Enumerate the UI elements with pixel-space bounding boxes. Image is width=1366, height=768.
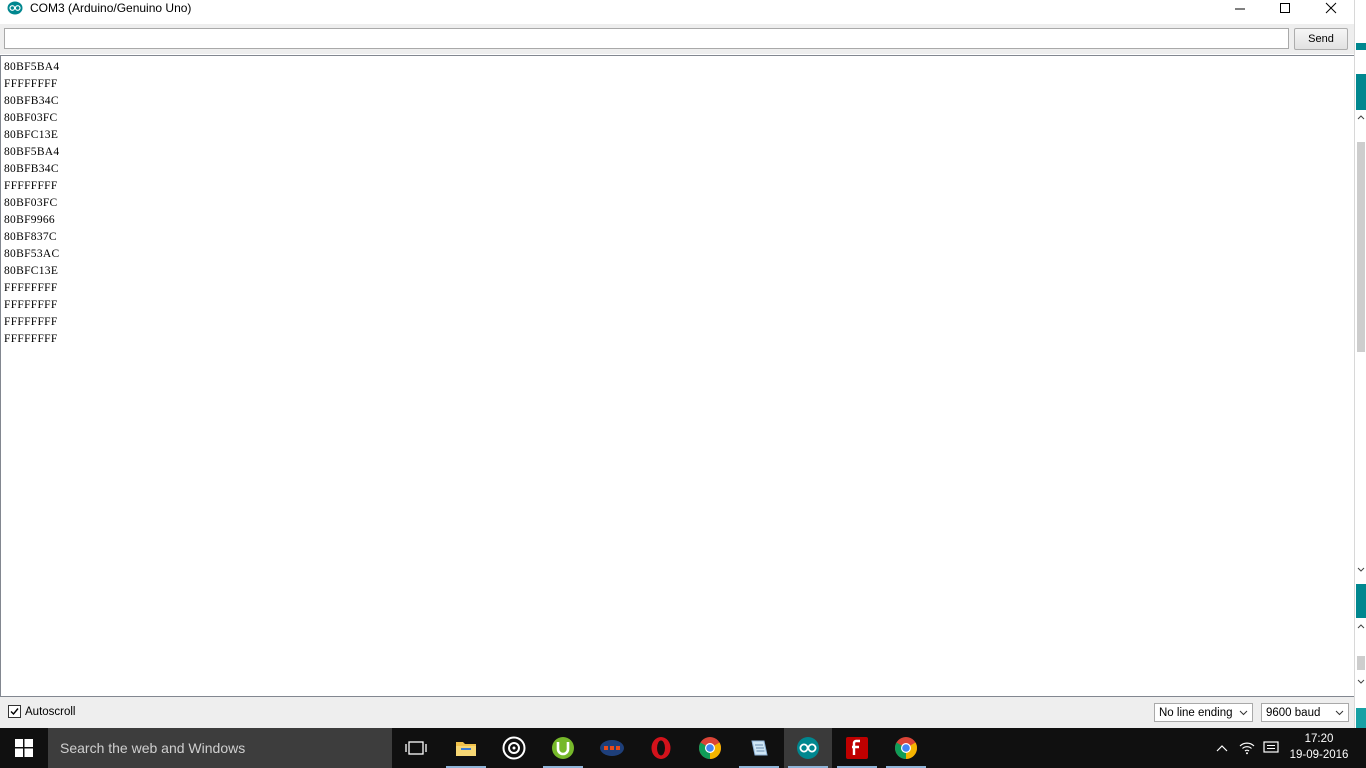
serial-output-line: 80BF837C	[4, 231, 57, 243]
minimize-icon	[1235, 8, 1245, 10]
serial-output-line: FFFFFFFF	[4, 282, 58, 294]
clock-time: 17:20	[1304, 733, 1334, 745]
serial-output-line: FFFFFFFF	[4, 180, 58, 192]
maximize-button[interactable]	[1262, 0, 1308, 16]
taskbar-filezilla[interactable]	[833, 728, 881, 768]
serial-send-input[interactable]	[4, 28, 1289, 49]
serial-output-line: 80BFC13E	[4, 265, 59, 277]
scroll-up-icon	[1357, 115, 1365, 120]
maximize-icon	[1280, 3, 1290, 13]
chrome-icon	[895, 737, 917, 759]
start-button[interactable]	[0, 728, 48, 768]
show-hidden-icons-button[interactable]	[1212, 728, 1232, 768]
taskbar-arduino[interactable]	[784, 728, 832, 768]
serial-output-line: 80BFB34C	[4, 95, 59, 107]
serial-output-line: 80BF5BA4	[4, 61, 60, 73]
serial-output-line: 80BF53AC	[4, 248, 60, 260]
window-title: COM3 (Arduino/Genuino Uno)	[30, 1, 192, 15]
send-button[interactable]: Send	[1294, 28, 1348, 50]
close-button[interactable]	[1308, 0, 1354, 16]
taskbar-file-explorer[interactable]	[442, 728, 490, 768]
windows-logo-icon	[15, 739, 33, 757]
baud-rate-select[interactable]: 9600 baud	[1261, 703, 1349, 722]
utorrent-icon	[552, 737, 574, 759]
task-view-icon	[405, 741, 427, 755]
ide-editor-scrollbar[interactable]	[1357, 142, 1365, 352]
arduino-icon	[797, 737, 819, 759]
serial-output-line: FFFFFFFF	[4, 316, 58, 328]
ide-console-scrollbar[interactable]	[1357, 656, 1365, 670]
close-icon	[1325, 2, 1337, 14]
wifi-icon	[1239, 742, 1255, 755]
chevron-up-icon	[1216, 745, 1228, 752]
serial-output-line: 80BF5BA4	[4, 146, 60, 158]
taskbar-chrome[interactable]	[686, 728, 734, 768]
folder-icon	[456, 742, 476, 756]
taskbar-dfx-audio[interactable]	[588, 728, 636, 768]
checkbox-box[interactable]	[8, 705, 21, 718]
arduino-app-icon	[7, 1, 23, 15]
autoscroll-checkbox[interactable]: Autoscroll	[8, 705, 76, 718]
serial-output-line: 80BFB34C	[4, 163, 59, 175]
chevron-down-icon	[1335, 710, 1344, 715]
serial-output-line: 80BF03FC	[4, 112, 58, 124]
taskbar-chrome-2[interactable]	[882, 728, 930, 768]
taskbar-media-player[interactable]	[490, 728, 538, 768]
taskbar-search-box[interactable]: Search the web and Windows	[48, 728, 392, 768]
ide-status-strip	[1356, 584, 1366, 618]
chevron-down-icon	[1239, 710, 1248, 715]
serial-output-line: FFFFFFFF	[4, 299, 58, 311]
search-placeholder: Search the web and Windows	[60, 740, 246, 756]
send-bar: Send	[0, 24, 1354, 54]
dfx-audio-icon	[600, 740, 624, 756]
checkmark-icon	[10, 708, 19, 716]
ide-toolbar-strip	[1356, 43, 1366, 50]
taskbar-opera[interactable]	[637, 728, 685, 768]
minimize-button[interactable]	[1217, 0, 1263, 16]
notification-icon	[1263, 741, 1279, 753]
taskbar-utorrent[interactable]	[539, 728, 587, 768]
taskbar-notepad[interactable]	[735, 728, 783, 768]
line-ending-value: No line ending	[1159, 706, 1233, 719]
console-scroll-up-icon	[1357, 624, 1365, 629]
baud-rate-value: 9600 baud	[1266, 706, 1321, 719]
title-bar: COM3 (Arduino/Genuino Uno)	[0, 0, 1354, 24]
console-scroll-down-icon	[1357, 679, 1365, 684]
taskbar-clock[interactable]: 17:20 19-09-2016	[1286, 731, 1352, 763]
windows-taskbar: Search the web and Windows 17:20 19-09-2…	[0, 728, 1366, 768]
line-ending-select[interactable]: No line ending	[1154, 703, 1253, 722]
serial-output-lines: 80BF5BA4 FFFFFFFF 80BFB34C 80BF03FC 80BFC13E…	[4, 59, 59, 348]
ide-footer-strip	[1356, 708, 1366, 728]
serial-bottom-bar: Autoscroll No line ending 9600 baud	[0, 697, 1354, 728]
filezilla-icon	[846, 737, 868, 759]
network-tray-button[interactable]	[1236, 728, 1258, 768]
serial-output-line: 80BFC13E	[4, 129, 59, 141]
clock-date: 19-09-2016	[1289, 749, 1349, 761]
background-window-edge	[1354, 0, 1366, 728]
serial-output-line: 80BF03FC	[4, 197, 58, 209]
serial-output-line: 80BF9966	[4, 214, 55, 226]
serial-output-area[interactable]: 80BF5BA4 FFFFFFFF 80BFB34C 80BF03FC 80BFC13E…	[0, 55, 1354, 697]
chrome-icon	[699, 737, 721, 759]
task-view-button[interactable]	[392, 728, 440, 768]
serial-output-line: FFFFFFFF	[4, 78, 58, 90]
opera-icon	[651, 737, 671, 759]
scroll-down-icon	[1357, 567, 1365, 572]
notepad-icon	[751, 740, 768, 756]
serial-output-line: FFFFFFFF	[4, 333, 58, 345]
media-player-icon	[502, 736, 526, 760]
ide-tab-strip	[1356, 74, 1366, 110]
action-center-button[interactable]	[1260, 728, 1282, 768]
autoscroll-label: Autoscroll	[25, 705, 76, 718]
